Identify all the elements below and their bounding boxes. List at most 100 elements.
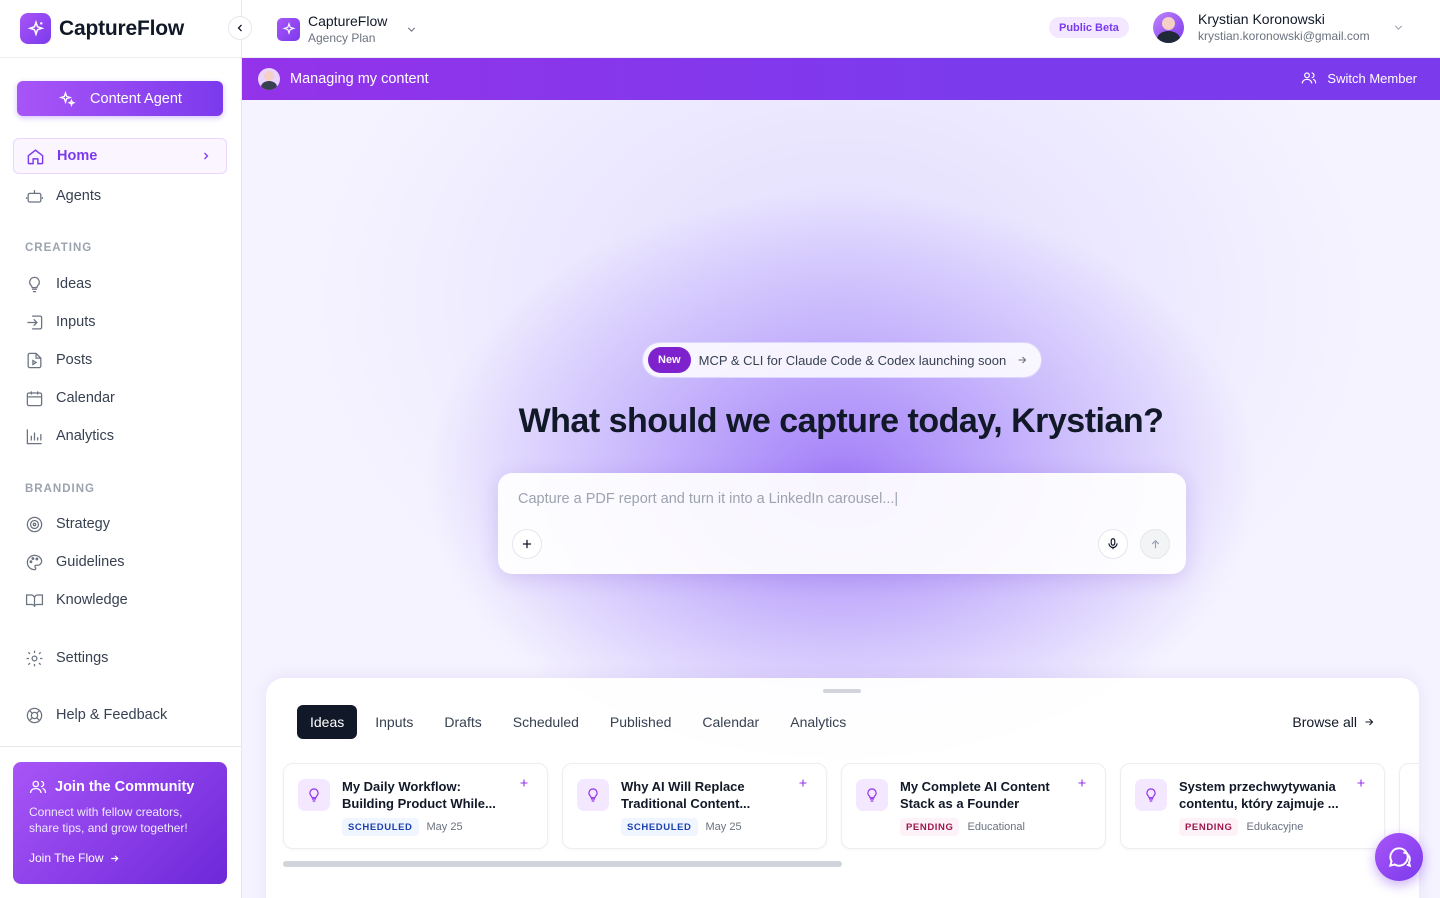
card-meta: SCHEDULED May 25 xyxy=(621,818,742,836)
arrow-up-icon xyxy=(1151,539,1159,548)
status-badge: SCHEDULED xyxy=(621,818,698,836)
chevron-down-icon xyxy=(1394,24,1402,30)
collapse-sidebar-button[interactable] xyxy=(228,16,252,40)
tab-calendar[interactable]: Calendar xyxy=(689,705,772,739)
idea-card[interactable]: My Daily Workflow: Building Product While… xyxy=(283,763,548,849)
switch-member-button[interactable]: Switch Member xyxy=(1301,70,1417,86)
send-button[interactable] xyxy=(1140,529,1170,559)
banner-text: Managing my content xyxy=(290,71,429,87)
lightbulb-icon xyxy=(298,779,330,811)
managing-banner: Managing my content Switch Member xyxy=(242,58,1440,100)
chevron-right-icon xyxy=(204,152,209,160)
page-title: What should we capture today, Krystian? xyxy=(518,402,1164,440)
sidebar-item-inputs[interactable]: Inputs xyxy=(13,304,227,340)
sidebar-item-agents[interactable]: Agents xyxy=(13,178,227,214)
chat-support-button[interactable] xyxy=(1375,833,1423,881)
sidebar-item-guidelines[interactable]: Guidelines xyxy=(13,544,227,580)
add-button[interactable] xyxy=(791,771,815,795)
sidebar-item-strategy[interactable]: Strategy xyxy=(13,506,227,542)
chevron-down-icon xyxy=(408,26,416,32)
sidebar-item-calendar[interactable]: Calendar xyxy=(13,380,227,416)
user-menu[interactable]: Krystian Koronowski krystian.koronowski@… xyxy=(1153,11,1405,43)
community-description: Connect with fellow creators, share tips… xyxy=(29,805,188,835)
gear-icon xyxy=(26,650,43,666)
card-title: My Complete AI Content Stack as a Founder xyxy=(900,779,1050,811)
tab-drafts[interactable]: Drafts xyxy=(431,705,494,739)
sidebar-item-label: Settings xyxy=(56,650,109,666)
tab-scheduled[interactable]: Scheduled xyxy=(500,705,592,739)
calendar-icon xyxy=(26,390,43,406)
sidebar-item-settings[interactable]: Settings xyxy=(13,640,227,676)
bar-chart-icon xyxy=(26,428,42,444)
sparkle-logo-icon xyxy=(20,13,51,44)
status-badge: SCHEDULED xyxy=(342,818,419,836)
new-badge: New xyxy=(648,347,691,373)
sidebar-item-label: Inputs xyxy=(56,314,96,330)
idea-cards: My Daily Workflow: Building Product While… xyxy=(283,763,1419,851)
workspace-switcher[interactable]: CaptureFlow Agency Plan xyxy=(277,13,418,45)
section-label-creating: CREATING xyxy=(25,242,93,254)
capture-input[interactable] xyxy=(518,491,1158,507)
sidebar-item-ideas[interactable]: Ideas xyxy=(13,266,227,302)
home-icon xyxy=(27,148,44,164)
sparkles-icon xyxy=(58,90,76,107)
add-attachment-button[interactable] xyxy=(512,529,542,559)
plus-icon xyxy=(522,539,532,549)
chat-bubble-icon xyxy=(1388,847,1412,868)
sidebar-item-knowledge[interactable]: Knowledge xyxy=(13,582,227,618)
banner-left: Managing my content xyxy=(258,68,429,90)
add-button[interactable] xyxy=(1070,771,1094,795)
content-agent-button[interactable]: Content Agent xyxy=(17,81,223,116)
tab-ideas[interactable]: Ideas xyxy=(297,705,358,739)
card-meta: PENDING Educational xyxy=(900,818,1025,836)
idea-card[interactable]: My Complete AI Content Stack as a Founder… xyxy=(841,763,1106,849)
add-button[interactable] xyxy=(1349,771,1373,795)
sidebar-item-home[interactable]: Home xyxy=(13,138,227,174)
idea-card[interactable]: Why AI Will Replace Traditional Content..… xyxy=(562,763,827,849)
card-date: May 25 xyxy=(705,821,742,833)
sidebar-item-posts[interactable]: Posts xyxy=(13,342,227,378)
chevron-left-icon xyxy=(237,24,242,32)
main-content: New MCP & CLI for Claude Code & Codex la… xyxy=(242,100,1440,898)
card-title: System przechwytywania contentu, który za… xyxy=(1179,779,1339,811)
tab-analytics[interactable]: Analytics xyxy=(777,705,859,739)
arrow-right-icon xyxy=(1018,356,1027,364)
sidebar-item-label: Knowledge xyxy=(56,592,128,608)
tab-inputs[interactable]: Inputs xyxy=(362,705,426,739)
sidebar-item-help[interactable]: Help & Feedback xyxy=(13,697,227,733)
lightbulb-icon xyxy=(29,276,40,292)
book-open-icon xyxy=(25,593,44,607)
composer xyxy=(498,473,1186,574)
add-button[interactable] xyxy=(512,771,536,795)
robot-icon xyxy=(25,189,44,203)
drag-handle[interactable] xyxy=(823,689,861,693)
community-card: Join the Community Connect with fellow c… xyxy=(13,762,227,884)
microphone-button[interactable] xyxy=(1098,529,1128,559)
arrow-right-icon xyxy=(1365,718,1374,726)
join-the-flow-link[interactable]: Join The Flow xyxy=(29,851,211,865)
sidebar-item-analytics[interactable]: Analytics xyxy=(13,418,227,454)
users-icon xyxy=(1302,72,1317,84)
brand: CaptureFlow xyxy=(0,0,252,58)
card-meta: SCHEDULED May 25 xyxy=(342,818,463,836)
announcement-pill[interactable]: New MCP & CLI for Claude Code & Codex la… xyxy=(642,342,1042,378)
tab-published[interactable]: Published xyxy=(597,705,685,739)
card-category: Educational xyxy=(967,821,1025,833)
sidebar-item-label: Posts xyxy=(56,352,93,368)
idea-card[interactable]: System przechwytywania contentu, który za… xyxy=(1120,763,1385,849)
sidebar-item-label: Home xyxy=(57,148,98,164)
status-badge: PENDING xyxy=(900,818,960,836)
lightbulb-icon xyxy=(856,779,888,811)
plus-icon xyxy=(1357,779,1365,787)
card-title: My Daily Workflow: Building Product While… xyxy=(342,779,496,811)
browse-all-link[interactable]: Browse all xyxy=(1292,714,1375,730)
sidebar-item-label: Guidelines xyxy=(56,554,125,570)
cards-scrollbar[interactable] xyxy=(283,861,842,867)
arrow-right-icon xyxy=(111,854,120,862)
palette-icon xyxy=(26,554,43,570)
section-label-branding: BRANDING xyxy=(25,483,95,495)
sidebar-item-label: Calendar xyxy=(56,390,115,406)
sidebar-item-label: Help & Feedback xyxy=(56,707,168,723)
avatar xyxy=(258,68,280,90)
panel-tabs: Ideas Inputs Drafts Scheduled Published … xyxy=(297,705,864,739)
